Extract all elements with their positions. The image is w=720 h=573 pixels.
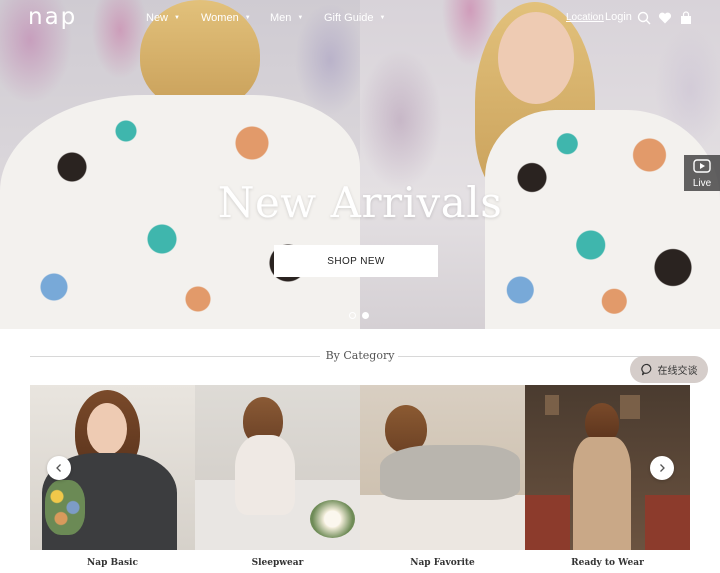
category-label[interactable]: Sleepwear xyxy=(195,558,360,568)
hero-image-left xyxy=(0,0,360,329)
category-label[interactable]: Nap Basic xyxy=(30,558,195,568)
logo[interactable]: nap xyxy=(28,4,77,30)
nav-item-new[interactable]: New ▼ xyxy=(146,12,180,24)
nav-item-label: Gift Guide xyxy=(324,12,374,24)
carousel-next-button[interactable] xyxy=(650,456,674,480)
carousel-prev-button[interactable] xyxy=(47,456,71,480)
chevron-left-icon xyxy=(56,464,61,472)
live-button[interactable]: Live xyxy=(684,155,720,191)
chat-bubble-icon xyxy=(640,363,651,376)
hero-banner[interactable]: New Arrivals SHOP NEW xyxy=(0,0,720,329)
nav-item-label: Men xyxy=(270,12,292,24)
hero-title: New Arrivals xyxy=(217,178,503,227)
location-link[interactable]: Location xyxy=(566,12,604,23)
category-card-sleepwear[interactable] xyxy=(195,385,360,550)
category-heading-text: By Category xyxy=(325,349,395,362)
category-card-nap-favorite[interactable] xyxy=(360,385,525,550)
carousel-dot-2[interactable] xyxy=(362,312,369,319)
category-label[interactable]: Nap Favorite xyxy=(360,558,525,568)
hero-image-right xyxy=(360,0,720,329)
nav-item-gift-guide[interactable]: Gift Guide ▼ xyxy=(324,12,385,24)
category-label[interactable]: Ready to Wear xyxy=(525,558,690,568)
caret-down-icon: ▼ xyxy=(297,15,304,21)
caret-down-icon: ▼ xyxy=(174,15,180,21)
caret-down-icon: ▼ xyxy=(379,15,386,21)
nav-item-label: New xyxy=(146,12,169,24)
category-heading: By Category xyxy=(0,349,720,363)
live-label: Live xyxy=(692,178,712,189)
nav-item-label: Women xyxy=(201,12,239,24)
nav-item-women[interactable]: Women ▼ xyxy=(201,12,251,24)
play-icon xyxy=(693,159,711,173)
caret-down-icon: ▼ xyxy=(244,15,251,21)
search-icon[interactable] xyxy=(637,11,651,25)
heart-icon[interactable] xyxy=(658,11,672,25)
shop-new-button[interactable]: SHOP NEW xyxy=(274,245,438,277)
chat-label: 在线交谈 xyxy=(657,366,698,377)
chat-button[interactable]: 在线交谈 xyxy=(630,356,708,383)
carousel-dot-1[interactable] xyxy=(349,312,356,319)
bag-icon[interactable] xyxy=(679,11,693,25)
carousel-dots xyxy=(349,312,369,319)
login-link[interactable]: Login xyxy=(605,11,632,23)
nav-item-men[interactable]: Men ▼ xyxy=(270,12,303,24)
chevron-right-icon xyxy=(660,464,665,472)
site-header: nap New ▼ Women ▼ Men ▼ Gift Guide ▼ Loc… xyxy=(0,0,720,36)
